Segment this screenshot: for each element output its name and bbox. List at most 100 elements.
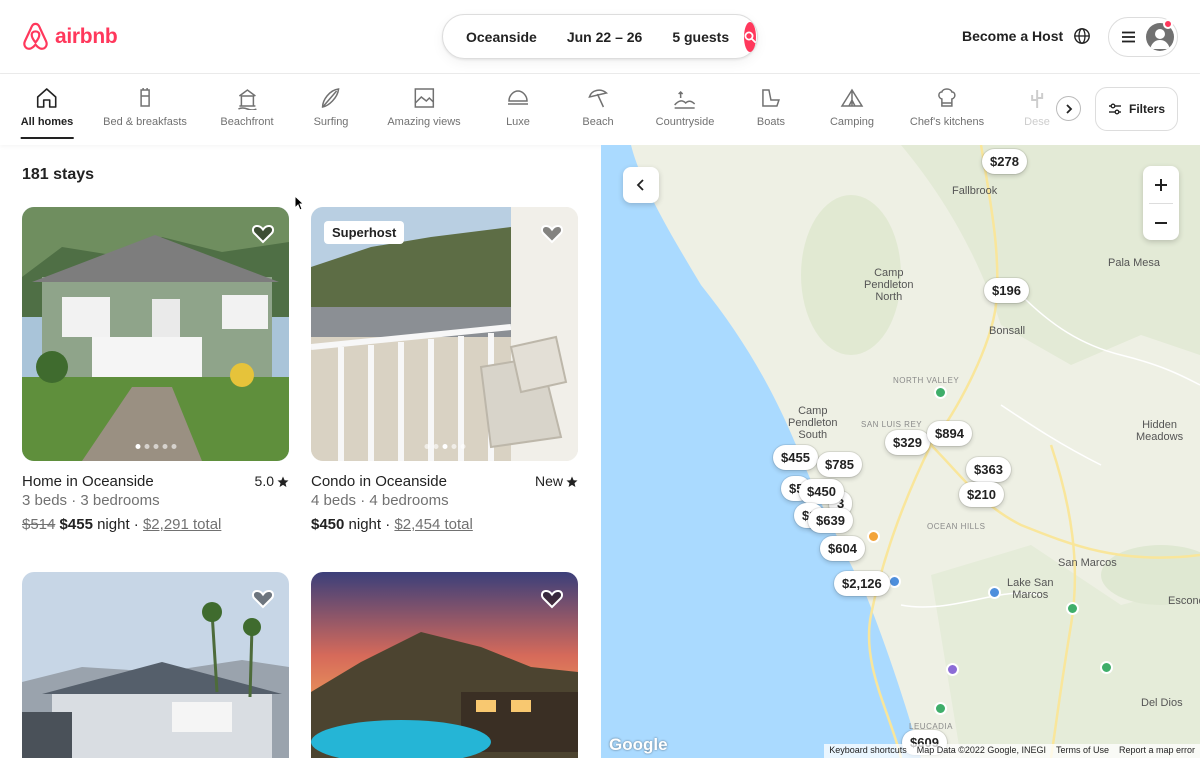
total-price-link[interactable]: $2,291 total bbox=[143, 516, 221, 533]
chevron-left-icon bbox=[636, 179, 644, 191]
nightly-price: $455 bbox=[59, 516, 93, 533]
map-price-pin[interactable]: $455 bbox=[773, 445, 818, 470]
home-icon bbox=[37, 88, 57, 108]
listing-card[interactable]: Home in Oceanside 5.0 3 beds · 3 bedroom… bbox=[22, 207, 289, 536]
zoom-in-button[interactable] bbox=[1143, 166, 1179, 203]
category-label: Chef's kitchens bbox=[909, 116, 985, 128]
category-chefs-kitchens[interactable]: Chef's kitchens bbox=[910, 86, 984, 128]
category-beachfront[interactable]: Beachfront bbox=[220, 86, 274, 128]
listing-photo[interactable] bbox=[22, 572, 289, 758]
map-price-pin[interactable]: $329 bbox=[885, 430, 930, 455]
notification-dot bbox=[1163, 19, 1173, 29]
park-poi-icon[interactable] bbox=[1100, 661, 1113, 674]
park-poi-icon[interactable] bbox=[934, 386, 947, 399]
category-boats[interactable]: Boats bbox=[757, 86, 785, 128]
airbnb-logo[interactable]: airbnb bbox=[22, 22, 118, 51]
place-label: Lake San Marcos bbox=[1007, 577, 1054, 601]
place-label: Del Dios bbox=[1141, 697, 1183, 709]
category-desert[interactable]: Dese bbox=[1024, 86, 1050, 128]
filters-button[interactable]: Filters bbox=[1095, 87, 1178, 131]
zoom-out-button[interactable] bbox=[1143, 204, 1179, 241]
map-price-pin[interactable]: $894 bbox=[927, 421, 972, 446]
listing-photo[interactable] bbox=[22, 207, 289, 461]
heart-icon[interactable] bbox=[540, 586, 564, 610]
attraction-poi-icon[interactable] bbox=[946, 663, 959, 676]
category-bed-breakfasts[interactable]: Bed & breakfasts bbox=[103, 86, 187, 128]
category-amazing-views[interactable]: Amazing views bbox=[387, 86, 461, 128]
heart-icon[interactable] bbox=[251, 221, 275, 245]
search-button[interactable] bbox=[744, 21, 757, 52]
countryside-icon bbox=[674, 90, 696, 109]
map-price-pin[interactable]: $363 bbox=[966, 457, 1011, 482]
plus-icon bbox=[1155, 178, 1167, 191]
map-panel[interactable]: Fallbrook Camp Pendleton North Pala Mesa… bbox=[601, 145, 1200, 758]
luxe-icon bbox=[508, 90, 528, 105]
report-map-error-link[interactable]: Report a map error bbox=[1119, 745, 1195, 757]
map-data-attribution: Map Data ©2022 Google, INEGI bbox=[916, 745, 1046, 755]
category-label: Amazing views bbox=[387, 116, 461, 128]
search-dates[interactable]: Jun 22 – 26 bbox=[552, 26, 658, 48]
original-price: $514 bbox=[22, 516, 56, 533]
listing-card[interactable] bbox=[22, 572, 289, 758]
map-price-pin[interactable]: $2,126 bbox=[834, 571, 890, 596]
category-beach[interactable]: Beach bbox=[582, 86, 614, 128]
search-bar[interactable]: Oceanside Jun 22 – 26 5 guests bbox=[442, 14, 758, 59]
heart-icon[interactable] bbox=[251, 586, 275, 610]
star-icon bbox=[566, 476, 578, 487]
listing-rating: 5.0 bbox=[255, 472, 289, 491]
bed-breakfast-icon bbox=[140, 88, 150, 107]
place-label: NORTH VALLEY bbox=[893, 376, 960, 385]
listing-title: Home in Oceanside bbox=[22, 473, 154, 490]
map-price-pin[interactable]: $196 bbox=[984, 278, 1029, 303]
heart-icon[interactable] bbox=[540, 221, 564, 245]
categories-next-button[interactable] bbox=[1056, 96, 1081, 121]
listing-card[interactable] bbox=[311, 572, 578, 758]
park-poi-icon[interactable] bbox=[1066, 602, 1079, 615]
place-label: Escond bbox=[1168, 595, 1200, 607]
map-price-pin[interactable]: $450 bbox=[799, 479, 844, 504]
become-host-link[interactable]: Become a Host bbox=[962, 28, 1063, 44]
search-location[interactable]: Oceanside bbox=[443, 26, 552, 48]
shopping-poi-icon[interactable] bbox=[867, 530, 880, 543]
price-unit: night bbox=[344, 516, 382, 533]
rating-value: 5.0 bbox=[254, 473, 274, 489]
nightly-price: $450 bbox=[311, 516, 345, 533]
umbrella-icon bbox=[587, 89, 608, 108]
map-price-pin[interactable]: $278 bbox=[982, 149, 1027, 174]
globe-icon[interactable] bbox=[1073, 27, 1091, 45]
search-guests[interactable]: 5 guests bbox=[657, 26, 744, 48]
keyboard-shortcuts-link[interactable]: Keyboard shortcuts bbox=[829, 745, 907, 757]
park-poi-icon[interactable] bbox=[934, 702, 947, 715]
total-price-link[interactable]: $2,454 total bbox=[394, 516, 472, 533]
chevron-right-icon bbox=[1065, 103, 1072, 114]
category-label: Countryside bbox=[655, 116, 715, 128]
map-price-pin[interactable]: $639 bbox=[808, 508, 853, 533]
views-icon bbox=[414, 88, 434, 108]
mouse-cursor-icon bbox=[294, 195, 304, 211]
place-label: Camp Pendleton North bbox=[864, 267, 914, 303]
map-collapse-button[interactable] bbox=[623, 167, 659, 203]
listing-card[interactable]: Superhost Condo in Oceanside New 4 beds … bbox=[311, 207, 578, 536]
category-camping[interactable]: Camping bbox=[830, 86, 874, 128]
transit-poi-icon[interactable] bbox=[988, 586, 1001, 599]
category-countryside[interactable]: Countryside bbox=[655, 86, 715, 128]
category-label: Beachfront bbox=[220, 116, 274, 128]
category-label: All homes bbox=[20, 116, 74, 128]
terms-link[interactable]: Terms of Use bbox=[1056, 745, 1109, 757]
google-logo: Google bbox=[609, 735, 668, 754]
category-label: Camping bbox=[829, 116, 875, 128]
listing-details: 3 beds · 3 bedrooms bbox=[22, 492, 160, 509]
listing-photo[interactable]: Superhost bbox=[311, 207, 578, 461]
category-label: Beach bbox=[582, 116, 614, 128]
map-price-pin[interactable]: $604 bbox=[820, 536, 865, 561]
category-surfing[interactable]: Surfing bbox=[314, 86, 348, 128]
transit-poi-icon[interactable] bbox=[888, 575, 901, 588]
listing-photo[interactable] bbox=[311, 572, 578, 758]
category-all-homes[interactable]: All homes bbox=[20, 86, 74, 139]
search-icon bbox=[744, 31, 757, 43]
hamburger-icon bbox=[1122, 31, 1135, 43]
map-price-pin[interactable]: $210 bbox=[959, 482, 1004, 507]
category-luxe[interactable]: Luxe bbox=[506, 86, 530, 128]
map-price-pin[interactable]: $785 bbox=[817, 452, 862, 477]
listing-price: $514 $455 night · $2,291 total bbox=[22, 514, 289, 536]
